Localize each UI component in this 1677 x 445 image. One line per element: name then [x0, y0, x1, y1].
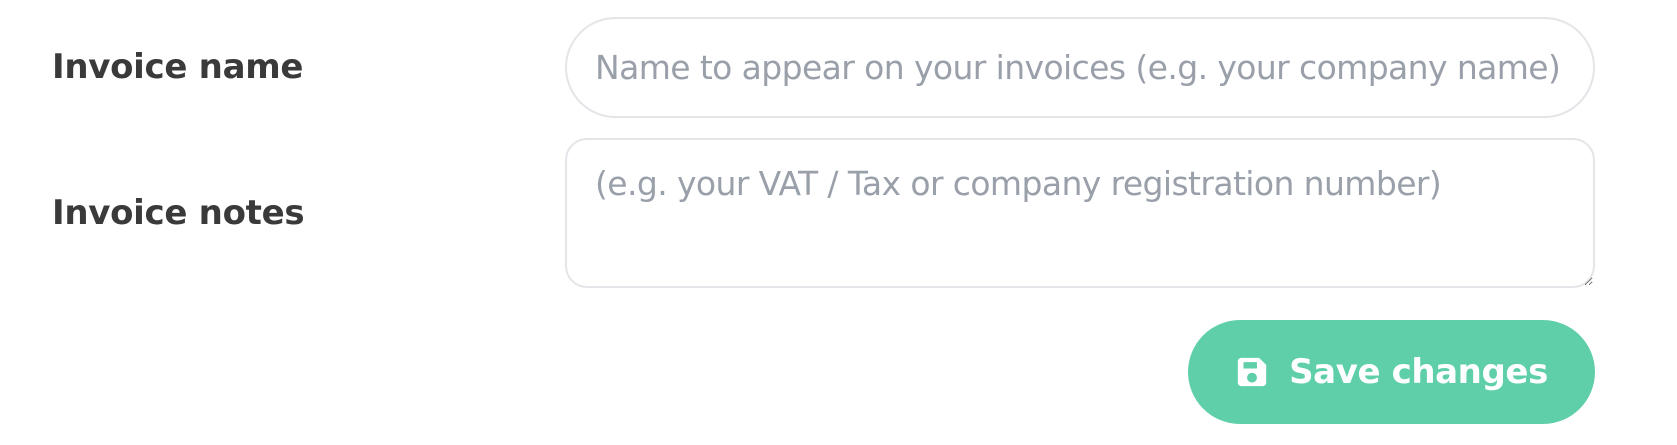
- invoice-notes-textarea[interactable]: [565, 138, 1595, 288]
- form-actions: Save changes: [1188, 320, 1595, 424]
- save-changes-button[interactable]: Save changes: [1188, 320, 1595, 424]
- save-changes-label: Save changes: [1289, 352, 1548, 392]
- invoice-notes-label: Invoice notes: [52, 193, 305, 233]
- invoice-name-row: Invoice name: [0, 17, 1677, 118]
- invoice-name-input[interactable]: [565, 17, 1595, 118]
- invoice-name-label: Invoice name: [52, 47, 304, 87]
- invoice-notes-row: Invoice notes: [0, 138, 1677, 288]
- floppy-disk-icon: [1235, 355, 1269, 389]
- invoice-settings-form: Invoice name Invoice notes Save changes: [0, 0, 1677, 445]
